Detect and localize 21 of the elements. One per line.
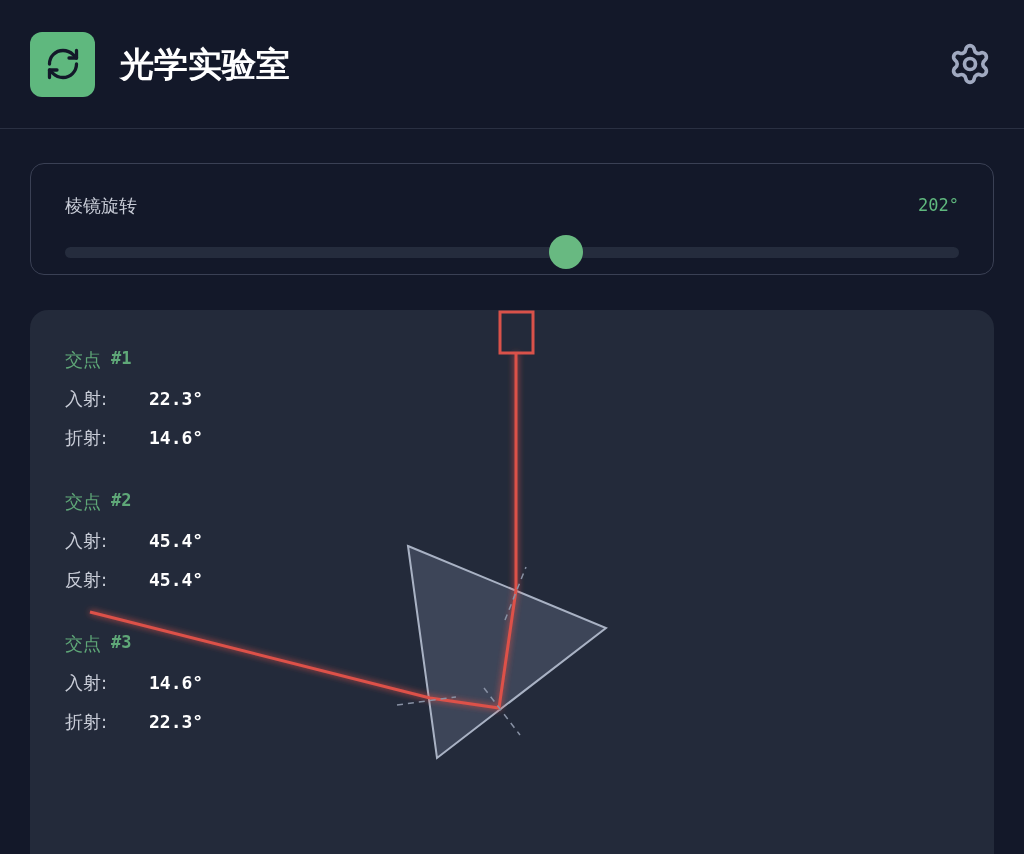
angle-label: 反射:	[65, 567, 109, 592]
angle-value: 45.4°	[149, 528, 204, 553]
intersection-title: 交点	[65, 347, 101, 372]
angle-label: 折射:	[65, 709, 109, 734]
angle-label: 折射:	[65, 425, 109, 450]
app-title: 光学实验室	[120, 42, 290, 86]
angle-value: 22.3°	[149, 386, 204, 411]
intersection-title: 交点	[65, 631, 101, 656]
angle-value: 14.6°	[149, 670, 204, 695]
angle-label: 入射:	[65, 528, 109, 553]
intersection-title: 交点	[65, 489, 101, 514]
slider-value: 202°	[918, 193, 959, 217]
slider-label: 棱镜旋转	[65, 194, 137, 218]
angle-label: 入射:	[65, 386, 109, 411]
intersection-number: #3	[111, 631, 132, 655]
angle-value: 22.3°	[149, 709, 204, 734]
intersection-number: #1	[111, 347, 132, 371]
intersection-number: #2	[111, 489, 132, 513]
angle-label: 入射:	[65, 670, 109, 695]
angle-value: 14.6°	[149, 425, 204, 450]
angle-value: 45.4°	[149, 567, 204, 592]
